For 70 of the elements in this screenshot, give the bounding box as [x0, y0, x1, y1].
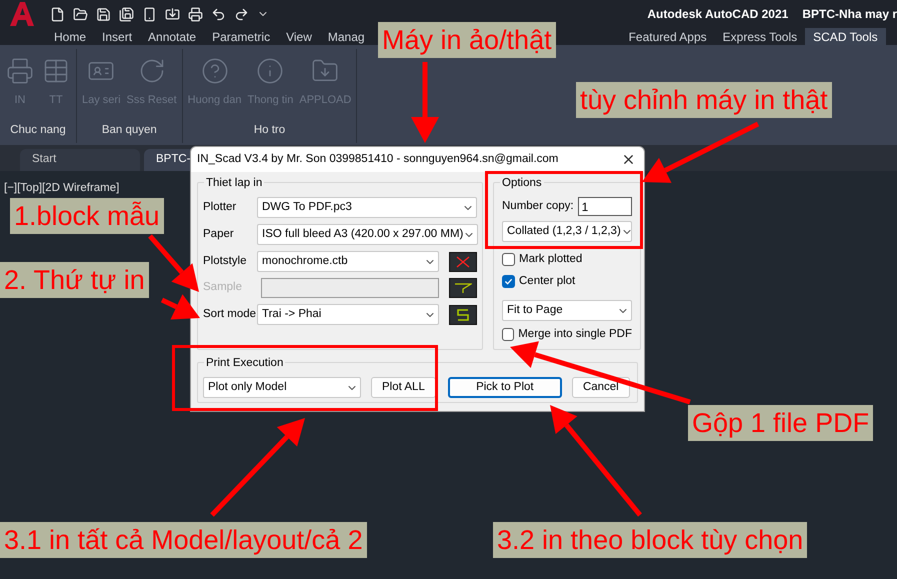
dropdown[interactable]: Collated (1,2,3 / 1,2,3)	[502, 221, 632, 242]
device-icon[interactable]	[142, 6, 157, 22]
erase-icon	[454, 256, 472, 268]
dropdown[interactable]: DWG To PDF.pc3	[257, 197, 477, 218]
dropdown[interactable]: Trai -> Phai	[257, 304, 439, 325]
dropdown[interactable]: ISO full bleed A3 (420.00 x 297.00 MM)	[257, 224, 478, 245]
import-icon[interactable]	[165, 6, 180, 22]
callout-label: Gộp 1 file PDF	[688, 405, 874, 441]
redo-icon[interactable]	[234, 6, 249, 22]
app-title: Autodesk AutoCAD 2021	[647, 6, 788, 23]
checkbox[interactable]	[502, 328, 514, 341]
callout-label: 3.1 in tất cả Model/layout/cả 2	[0, 522, 367, 558]
save-icon[interactable]	[96, 6, 111, 22]
ribbon-tab[interactable]: Insert	[94, 28, 140, 45]
table-icon	[42, 57, 70, 85]
ribbon-tab[interactable]: Parametric	[204, 28, 278, 45]
field-label: Plotstyle	[203, 254, 248, 269]
undo-icon[interactable]	[211, 6, 226, 22]
group-title: Ban quyen	[102, 122, 157, 138]
close-icon[interactable]	[621, 152, 636, 167]
field-label: Number copy:	[502, 198, 574, 214]
print-icon[interactable]	[188, 6, 203, 22]
field-label: Plotter	[203, 200, 238, 215]
plot-all-button[interactable]: Plot ALL	[371, 377, 436, 398]
checkbox[interactable]	[502, 253, 515, 266]
ribbon-tab[interactable]: Express Tools	[714, 28, 806, 45]
dialog-button[interactable]: Pick to Plot	[448, 377, 562, 398]
open-folder-icon[interactable]	[73, 6, 88, 22]
dropdown[interactable]: Fit to Page	[502, 300, 632, 321]
ribbon-tab[interactable]: View	[278, 28, 320, 45]
dropdown[interactable]: Plot only Model	[203, 377, 361, 398]
new-file-icon[interactable]	[50, 6, 65, 22]
app-logo-icon	[8, 1, 36, 27]
ribbon-tab[interactable]: Manag	[320, 28, 373, 45]
icon-button[interactable]	[449, 252, 477, 272]
s-curve-icon	[454, 308, 472, 320]
field-label: Paper	[203, 226, 235, 242]
checkbox-label: Center plot	[519, 274, 576, 289]
field-label: Sort mode	[203, 306, 255, 322]
arrow	[160, 294, 200, 320]
file-tab[interactable]: Start	[20, 149, 140, 171]
arrow	[148, 234, 199, 292]
viewport-label: [−][Top][2D Wireframe]	[4, 182, 120, 194]
callout-label: tùy chỉnh máy in thật	[576, 82, 832, 118]
group-title: Chuc nang	[10, 122, 66, 138]
ribbon-tab[interactable]: Featured Apps	[620, 28, 715, 45]
info-icon	[256, 57, 284, 85]
input-field[interactable]: 1	[578, 197, 632, 216]
dialog-title: IN_Scad V3.4 by Mr. Son 0399851410 - sonnguyen964.sn@gmail.com	[197, 152, 558, 167]
input-field[interactable]	[261, 278, 439, 298]
ribbon-tab[interactable]: Annotate	[140, 28, 204, 45]
callout-label: Máy in ảo/thật	[378, 22, 556, 58]
callout-label: 3.2 in theo block tùy chọn	[493, 522, 808, 558]
group-title: Ho tro	[254, 122, 286, 138]
document-title: BPTC-Nha may r	[802, 6, 897, 23]
checkbox-label: Merge into single PDF	[518, 326, 632, 342]
callout-label: 2. Thứ tự in	[0, 262, 149, 298]
dialog-button[interactable]: Cancel	[572, 377, 630, 398]
callout-label: 1.block mẫu	[10, 198, 164, 234]
ribbon-tab[interactable]: Home	[46, 28, 94, 45]
check-icon	[504, 277, 513, 286]
dropdown[interactable]: monochrome.ctb	[257, 251, 439, 272]
field-label: Sample	[203, 280, 243, 296]
checkbox[interactable]	[502, 275, 515, 288]
icon-button[interactable]	[449, 304, 477, 324]
save-as-icon[interactable]	[119, 6, 134, 22]
ribbon-tab[interactable]: SCAD Tools	[805, 28, 886, 45]
help-icon	[200, 57, 229, 85]
printer-icon	[6, 57, 34, 85]
checkbox-label: Mark plotted	[519, 252, 582, 267]
